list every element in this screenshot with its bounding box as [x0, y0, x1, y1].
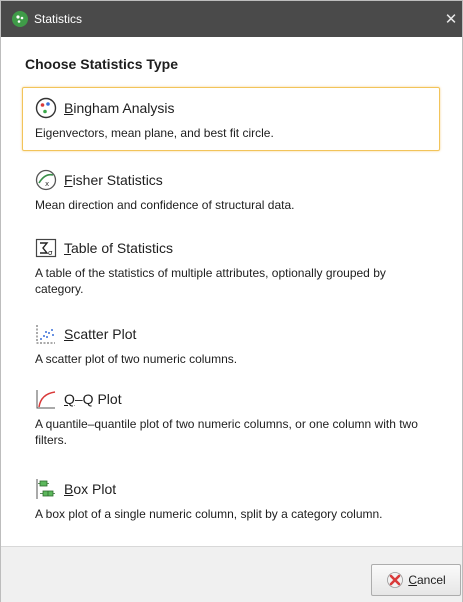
- option-description: Eigenvectors, mean plane, and best fit c…: [35, 126, 274, 140]
- dialog-footer: Cancel: [1, 546, 462, 602]
- option-bingham-analysis[interactable]: Bingham Analysis Eigenvectors, mean plan…: [22, 87, 440, 151]
- scatter-plot-icon: [35, 323, 57, 345]
- window-title: Statistics: [34, 12, 83, 26]
- option-title: Q–Q Plot: [64, 391, 122, 407]
- option-fisher-statistics[interactable]: x Fisher Statistics Mean direction and c…: [22, 167, 440, 217]
- option-description: A scatter plot of two numeric columns.: [35, 352, 238, 366]
- option-scatter-plot[interactable]: Scatter Plot A scatter plot of two numer…: [22, 321, 440, 371]
- option-box-plot[interactable]: Box Plot A box plot of a single numeric …: [22, 476, 440, 526]
- option-description: Mean direction and confidence of structu…: [35, 198, 295, 212]
- option-title: Bingham Analysis: [64, 100, 175, 116]
- option-title: Box Plot: [64, 481, 117, 497]
- option-table-of-statistics[interactable]: σ Table of Statistics A table of the sta…: [22, 235, 440, 301]
- fisher-icon: x: [35, 169, 57, 191]
- option-title: Fisher Statistics: [64, 172, 163, 188]
- cancel-label: Cancel: [408, 573, 446, 587]
- option-qq-plot[interactable]: Q–Q Plot A quantile–quantile plot of two…: [22, 386, 440, 448]
- dialog-heading: Choose Statistics Type: [25, 56, 179, 72]
- box-plot-icon: [35, 478, 57, 500]
- bingham-icon: [35, 97, 57, 119]
- table-sigma-icon: σ: [35, 237, 57, 259]
- option-description: A table of the statistics of multiple at…: [35, 266, 386, 296]
- option-description: A quantile–quantile plot of two numeric …: [35, 417, 418, 447]
- cancel-button[interactable]: Cancel: [371, 564, 461, 596]
- close-button[interactable]: ✕: [440, 1, 462, 37]
- svg-text:x: x: [45, 180, 49, 188]
- title-bar: Statistics ✕: [1, 1, 462, 37]
- option-description: A box plot of a single numeric column, s…: [35, 507, 383, 521]
- app-logo-icon: [12, 11, 28, 27]
- option-title: Scatter Plot: [64, 326, 137, 342]
- option-title: Table of Statistics: [64, 240, 173, 256]
- qq-plot-icon: [35, 388, 57, 410]
- svg-text:σ: σ: [48, 249, 53, 257]
- cancel-icon: [387, 572, 404, 588]
- statistics-dialog: Statistics ✕ Choose Statistics Type Bing…: [0, 0, 463, 602]
